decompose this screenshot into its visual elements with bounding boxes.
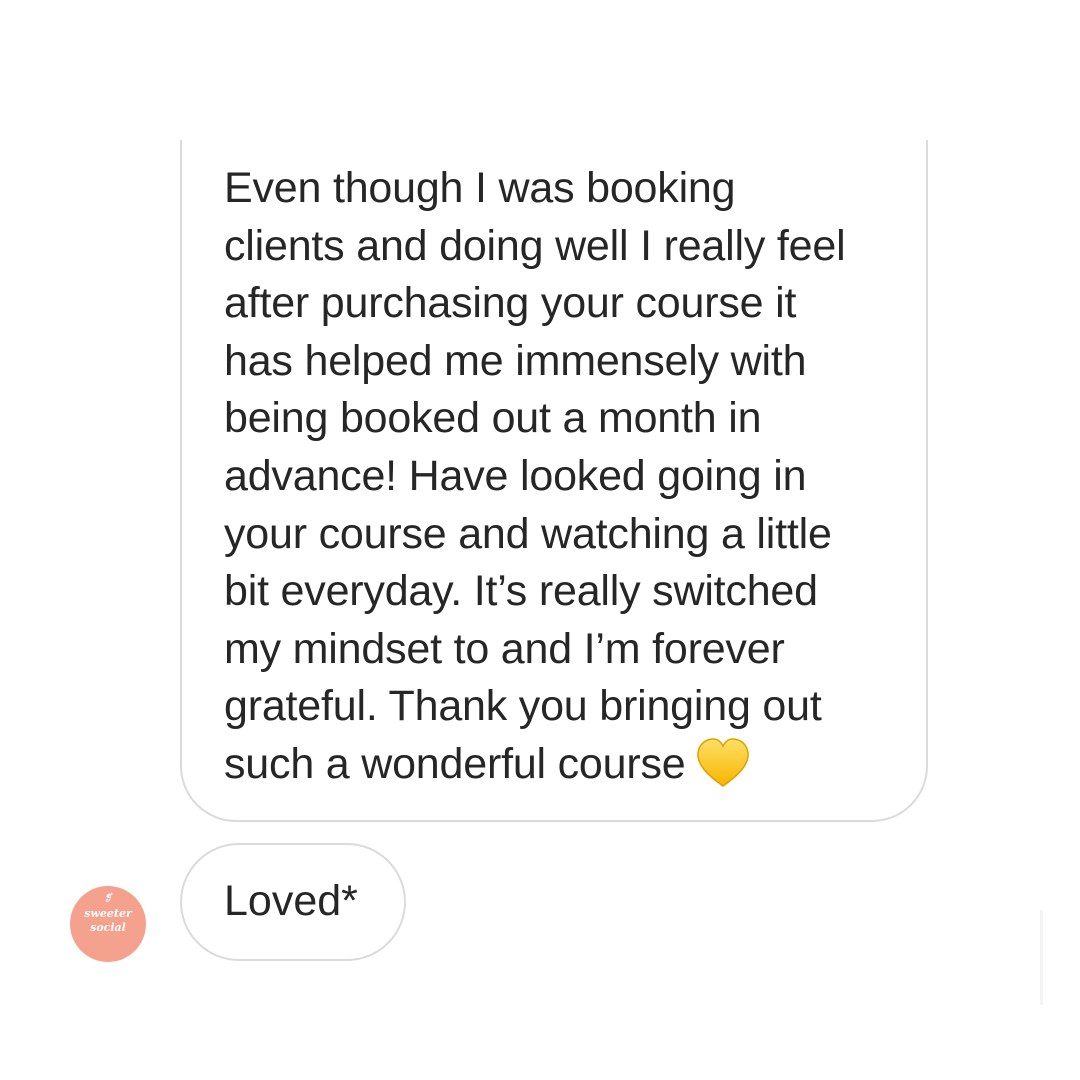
avatar-logo-line: social: [90, 921, 126, 934]
message-thread: Even though I was booking clients and do…: [0, 0, 1080, 1080]
scrollbar[interactable]: [1040, 910, 1043, 1005]
yellow-heart-icon: [696, 738, 749, 787]
avatar-logo-text: sweeter social: [70, 907, 146, 935]
message-line: after purchasing your course it: [224, 279, 797, 328]
avatar[interactable]: ❡ sweeter social: [70, 886, 146, 962]
message-line: your course and watching a little: [224, 509, 832, 558]
message-line: being booked out a month in: [224, 394, 762, 443]
message-line: Even though I was booking: [224, 164, 736, 212]
message-line: my mindset to and I’m forever: [224, 624, 785, 673]
top-mask: [0, 0, 1080, 140]
message-line: such a wonderful course: [224, 739, 686, 788]
message-line: bit everyday. It’s really switched: [224, 567, 818, 616]
message-line: has helped me immensely with: [224, 336, 807, 385]
message-line: clients and doing well I really feel: [224, 221, 846, 270]
message-line-last: such a wonderful course: [224, 736, 904, 794]
message-text: Even though I was booking clients and do…: [224, 160, 904, 794]
message-text: Loved*: [224, 877, 358, 925]
message-line: grateful. Thank you bringing out: [224, 682, 822, 731]
message-line: advance! Have looked going in: [224, 451, 807, 500]
avatar-logo-line: sweeter: [84, 907, 132, 920]
avatar-mark-icon: ❡: [103, 893, 113, 904]
